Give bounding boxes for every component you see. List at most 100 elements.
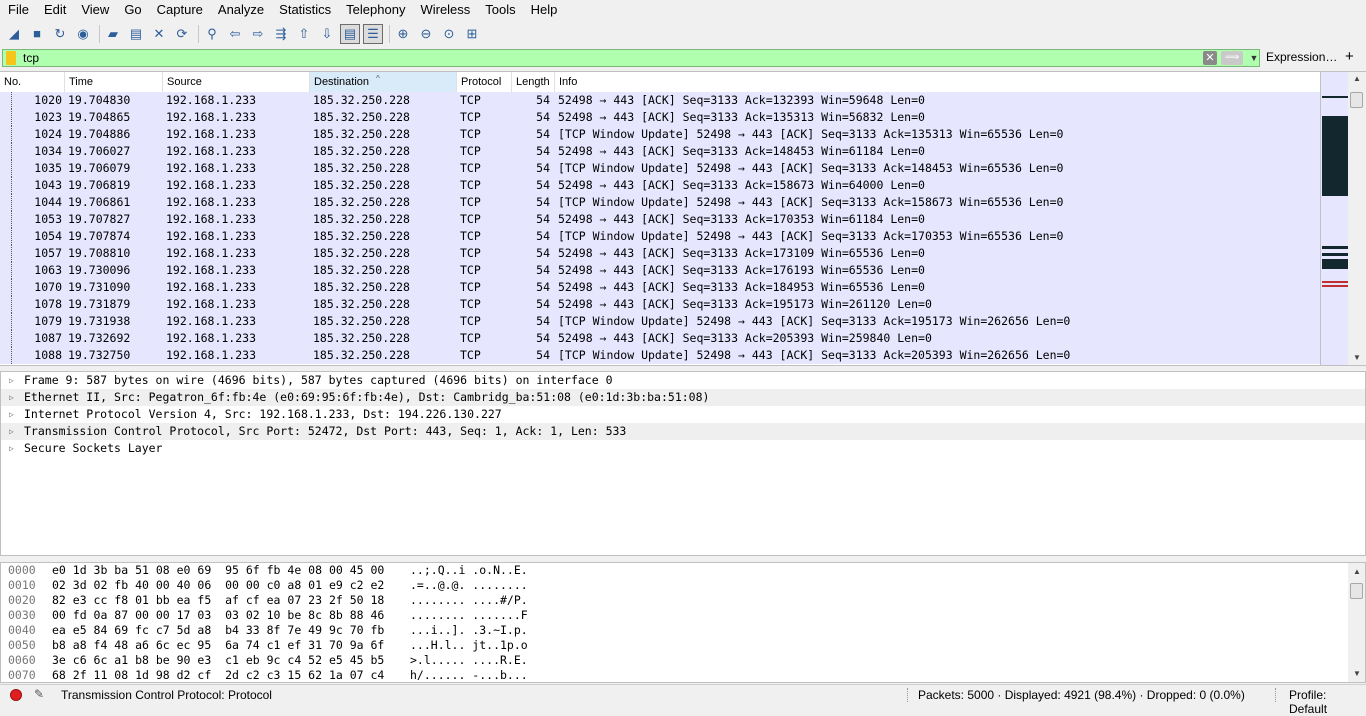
detail-tree-item[interactable]: ▷ Transmission Control Protocol, Src Port… [1,423,1365,440]
packet-number: 1079 [34,314,62,328]
packet-row[interactable]: 1087 19.732692 192.168.1.233 185.32.250.228… [0,330,1320,347]
packet-number: 1057 [34,246,62,260]
clear-filter-icon[interactable]: ✕ [1203,51,1217,65]
go-forward-icon[interactable]: ⇨ [248,24,268,44]
packet-list-scrollbar[interactable]: ▲ ▼ [1348,72,1366,365]
filter-history-dropdown-icon[interactable]: ▼ [1249,51,1259,65]
capture-comment-icon[interactable]: ✎ [34,687,44,701]
column-source[interactable]: Source [163,72,310,92]
scroll-up-icon[interactable]: ▲ [1348,565,1365,579]
expand-arrow-icon[interactable]: ▷ [9,440,14,457]
packet-number: 1035 [34,161,62,175]
expand-arrow-icon[interactable]: ▷ [9,372,14,389]
packet-row[interactable]: 1023 19.704865 192.168.1.233 185.32.250.228… [0,109,1320,126]
detail-tree-item[interactable]: ▷ Frame 9: 587 bytes on wire (4696 bits),… [1,372,1365,389]
packet-row[interactable]: 1053 19.707827 192.168.1.233 185.32.250.228… [0,211,1320,228]
menu-help[interactable]: Help [523,0,565,20]
auto-scroll-icon[interactable]: ▤ [340,23,360,44]
menu-statistics[interactable]: Statistics [271,0,338,20]
display-filter-input[interactable] [23,50,1173,66]
resize-columns-icon[interactable]: ⊞ [462,24,482,44]
column-no[interactable]: No. [0,72,65,92]
scroll-down-icon[interactable]: ▼ [1348,351,1366,365]
bytes-ascii: ...i..]. .3.~I.p. [410,623,528,637]
find-packet-icon[interactable]: ⚲ [202,24,222,44]
packet-row[interactable]: 1078 19.731879 192.168.1.233 185.32.250.228… [0,296,1320,313]
column-length[interactable]: Length [512,72,555,92]
bytes-row[interactable]: 0000 e0 1d 3b ba 51 08 e0 69 95 6f fb 4e … [1,563,1341,578]
bytes-row[interactable]: 0040 ea e5 84 69 fc c7 5d a8 b4 33 8f 7e … [1,623,1341,638]
zoom-out-icon[interactable]: ⊖ [416,24,436,44]
packet-length: 54 [536,127,550,141]
packet-row[interactable]: 1079 19.731938 192.168.1.233 185.32.250.228… [0,313,1320,330]
apply-filter-icon[interactable]: ⟹ [1221,51,1243,65]
packet-minimap[interactable] [1320,72,1348,365]
add-filter-button[interactable]: + [1345,48,1354,66]
menu-edit[interactable]: Edit [36,0,73,20]
menu-telephony[interactable]: Telephony [338,0,412,20]
packet-time: 19.732692 [68,331,131,345]
packet-row[interactable]: 1057 19.708810 192.168.1.233 185.32.250.228… [0,245,1320,262]
scroll-thumb[interactable] [1350,92,1363,108]
menu-analyze[interactable]: Analyze [210,0,271,20]
column-destination[interactable]: Destination ^ [310,72,457,92]
go-last-packet-icon[interactable]: ⇩ [317,24,337,44]
bytes-row[interactable]: 0060 3e c6 6c a1 b8 be 90 e3 c1 eb 9c c4 … [1,653,1341,668]
zoom-in-icon[interactable]: ⊕ [393,24,413,44]
packet-row[interactable]: 1054 19.707874 192.168.1.233 185.32.250.228… [0,228,1320,245]
packet-row[interactable]: 1044 19.706861 192.168.1.233 185.32.250.228… [0,194,1320,211]
bytes-scrollbar[interactable]: ▲ ▼ [1348,563,1365,682]
start-capture-icon[interactable]: ◢ [4,24,24,44]
restart-capture-icon[interactable]: ↻ [50,24,70,44]
close-file-icon[interactable]: ✕ [149,24,169,44]
save-file-icon[interactable]: ▤ [126,24,146,44]
go-to-packet-icon[interactable]: ⇶ [271,24,291,44]
menu-go[interactable]: Go [116,0,148,20]
packet-row[interactable]: 1088 19.732750 192.168.1.233 185.32.250.228… [0,347,1320,364]
stop-capture-icon[interactable]: ■ [27,24,47,44]
zoom-normal-icon[interactable]: ⊙ [439,24,459,44]
status-profile[interactable]: Profile: Default [1289,688,1366,716]
detail-tree-item[interactable]: ▷ Ethernet II, Src: Pegatron_6f:fb:4e (e0… [1,389,1365,406]
packet-row[interactable]: 1070 19.731090 192.168.1.233 185.32.250.228… [0,279,1320,296]
bytes-row[interactable]: 0010 02 3d 02 fb 40 00 40 06 00 00 c0 a8 … [1,578,1341,593]
bytes-row[interactable]: 0030 00 fd 0a 87 00 00 17 03 03 02 10 be … [1,608,1341,623]
open-file-icon[interactable]: ▰ [103,24,123,44]
menu-wireless[interactable]: Wireless [412,0,477,20]
scroll-thumb[interactable] [1350,583,1363,599]
scroll-up-icon[interactable]: ▲ [1348,72,1366,86]
packet-row[interactable]: 1024 19.704886 192.168.1.233 185.32.250.228… [0,126,1320,143]
packet-row[interactable]: 1063 19.730096 192.168.1.233 185.32.250.228… [0,262,1320,279]
column-time[interactable]: Time [65,72,163,92]
expert-info-icon[interactable] [10,689,22,701]
bytes-row[interactable]: 0050 b8 a8 f4 48 a6 6c ec 95 6a 74 c1 ef … [1,638,1341,653]
expand-arrow-icon[interactable]: ▷ [9,423,14,440]
menu-view[interactable]: View [73,0,116,20]
packet-row[interactable]: 1034 19.706027 192.168.1.233 185.32.250.228… [0,143,1320,160]
packet-number: 1070 [34,280,62,294]
reload-file-icon[interactable]: ⟳ [172,24,192,44]
scroll-down-icon[interactable]: ▼ [1348,667,1365,681]
go-back-icon[interactable]: ⇦ [225,24,245,44]
packet-row[interactable]: 1043 19.706819 192.168.1.233 185.32.250.228… [0,177,1320,194]
expand-arrow-icon[interactable]: ▷ [9,406,14,423]
packet-row[interactable]: 1035 19.706079 192.168.1.233 185.32.250.228… [0,160,1320,177]
detail-tree-item[interactable]: ▷ Internet Protocol Version 4, Src: 192.1… [1,406,1365,423]
go-first-packet-icon[interactable]: ⇧ [294,24,314,44]
menu-file[interactable]: File [0,0,36,20]
expand-arrow-icon[interactable]: ▷ [9,389,14,406]
column-info[interactable]: Info [555,72,1320,92]
bytes-row[interactable]: 0020 82 e3 cc f8 01 bb ea f5 af cf ea 07 … [1,593,1341,608]
detail-tree-item[interactable]: ▷ Secure Sockets Layer [1,440,1365,457]
column-protocol[interactable]: Protocol [457,72,512,92]
expression-button[interactable]: Expression… [1266,50,1337,64]
packet-row[interactable]: 1020 19.704830 192.168.1.233 185.32.250.228… [0,92,1320,109]
menu-capture[interactable]: Capture [149,0,210,20]
menu-tools[interactable]: Tools [477,0,522,20]
colorize-icon[interactable]: ☰ [363,23,383,44]
filter-bookmark-icon[interactable] [6,51,16,65]
capture-options-icon[interactable]: ◉ [73,24,93,44]
packet-destination: 185.32.250.228 [313,280,410,294]
bytes-offset: 0010 [8,578,36,592]
bytes-row[interactable]: 0070 68 2f 11 08 1d 98 d2 cf 2d c2 c3 15 … [1,668,1341,682]
